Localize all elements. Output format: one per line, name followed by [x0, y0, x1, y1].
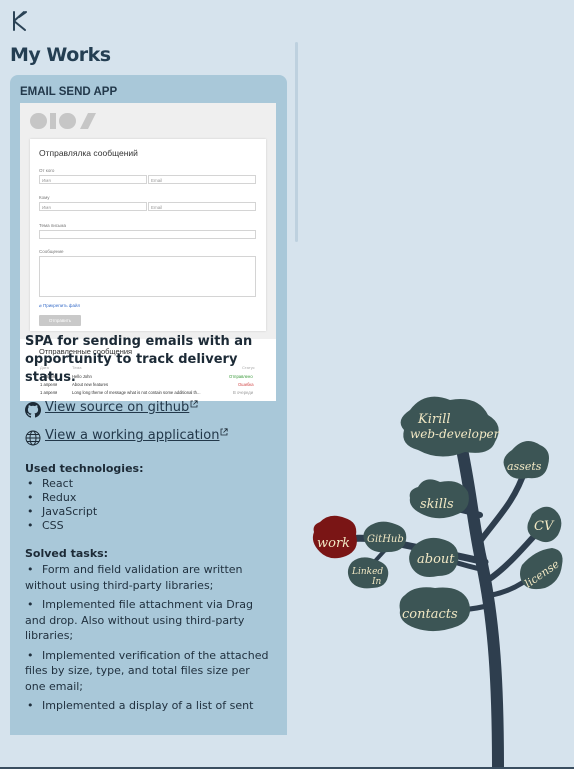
preview-to-label: Кому [39, 195, 50, 200]
preview-message-field [39, 256, 256, 297]
preview-from-label: От кого [39, 168, 55, 173]
tree-node-work[interactable]: work [312, 515, 357, 559]
tree-node-about[interactable]: about [409, 537, 459, 577]
tree-label-contacts: contacts [402, 607, 458, 622]
tree-node-github[interactable]: GitHub [363, 521, 407, 553]
preview-form-title: Отправлялка сообщений [39, 148, 138, 158]
tree-label-about: about [417, 552, 455, 567]
tree-label-linkedin-line2: In [371, 577, 382, 587]
list-item: JavaScript [25, 505, 270, 519]
tree-label-github: GitHub [367, 534, 404, 545]
tree-node-assets[interactable]: assets [503, 441, 549, 479]
tree-label-skills: skills [420, 497, 454, 512]
preview-to-name: Имя [39, 202, 147, 211]
preview-to-email: Email [148, 202, 256, 211]
list-item: Implemented verification of the attached… [25, 648, 270, 695]
tree-label-work: work [317, 536, 350, 551]
app-link[interactable]: View a working application [45, 428, 219, 443]
technologies-list: React Redux JavaScript CSS [25, 477, 270, 533]
list-item: CSS [25, 519, 270, 533]
tree-name-line2: web-developer [410, 427, 501, 441]
tree-node-license[interactable]: license [520, 548, 563, 590]
list-item: React [25, 477, 270, 491]
preview-attach-link: ⌀ Прикрепить файл [39, 303, 81, 308]
tree-label-linkedin-line1: Linked [351, 567, 383, 577]
preview-subject-field [39, 230, 256, 239]
project-details: SPA for sending emails with an opportuni… [25, 333, 270, 718]
content-scrollbar[interactable] [295, 42, 298, 242]
project-title: EMAIL SEND APP [20, 86, 118, 98]
tree-node-kirill[interactable]: Kirill web-developer [400, 396, 501, 457]
tree-node-contacts[interactable]: contacts [399, 587, 471, 632]
preview-from-name: Имя [39, 175, 147, 184]
preview-message-label: Сообщение [39, 249, 64, 254]
list-item: Implemented a display of a list of sent [25, 698, 270, 714]
tasks-list: Form and field validation are written wi… [25, 562, 270, 714]
list-item: Implemented file attachment via Drag and… [25, 597, 270, 644]
tree-label-cv: CV [534, 519, 555, 534]
preview-subject-label: Тема письма [39, 223, 66, 228]
app-link-row: View a working application [25, 428, 270, 446]
navigation-tree: Kirill web-developer assets skills CV wo… [312, 396, 563, 769]
tree-label-assets: assets [507, 460, 542, 473]
github-icon [25, 402, 41, 418]
external-link-icon [221, 428, 229, 436]
preview-from-email: Email [148, 175, 256, 184]
external-link-icon [190, 400, 198, 408]
tree-node-linkedin[interactable]: Linked In [347, 557, 389, 589]
tree-name-line1: Kirill [417, 412, 451, 427]
preview-form: Отправлялка сообщений От кого Имя Email … [30, 139, 266, 331]
preview-logo [30, 113, 96, 129]
github-link-row: View source on github [25, 400, 270, 418]
list-item: Redux [25, 491, 270, 505]
technologies-heading: Used technologies: [25, 462, 144, 475]
tree-node-cv[interactable]: CV [527, 506, 562, 543]
kb-logo[interactable] [11, 10, 29, 32]
page-title: My Works [10, 44, 111, 66]
tasks-heading: Solved tasks: [25, 547, 109, 560]
github-link[interactable]: View source on github [45, 400, 189, 415]
project-description: SPA for sending emails with an opportuni… [25, 334, 253, 385]
preview-send-button: Отправить [39, 315, 81, 326]
globe-icon [25, 430, 41, 446]
tree-node-skills[interactable]: skills [409, 479, 469, 519]
list-item: Form and field validation are written wi… [25, 562, 270, 593]
